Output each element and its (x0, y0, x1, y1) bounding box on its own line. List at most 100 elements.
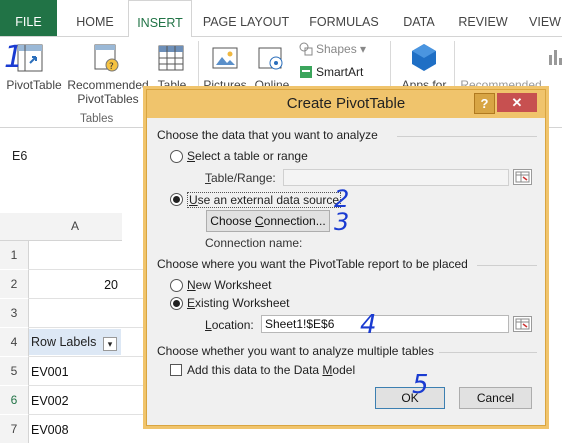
annotation-4: 4 (360, 310, 377, 340)
row-header-7[interactable]: 7 (0, 415, 29, 443)
tab-home[interactable]: HOME (66, 0, 124, 36)
location-text: ocation: (211, 318, 254, 332)
existing-worksheet-radio[interactable] (170, 297, 183, 310)
ok-button[interactable]: OK (375, 387, 445, 409)
select-all-corner[interactable] (0, 213, 28, 241)
cancel-button[interactable]: Cancel (459, 387, 532, 409)
add-model-access-key: M (322, 363, 333, 377)
choose-connection-rest: onnection... (263, 214, 326, 228)
range-selector-icon (515, 171, 530, 183)
table-range-input[interactable] (283, 169, 509, 186)
table-range-collapse-button[interactable] (513, 169, 532, 185)
recommended-pivot-icon[interactable]: ? (92, 43, 120, 73)
existing-text: xisting Worksheet (195, 296, 290, 310)
row-header-1[interactable]: 1 (0, 241, 29, 269)
gridline (28, 385, 148, 386)
row-header-4[interactable]: 4 (0, 328, 29, 356)
location-label: Location: (205, 318, 254, 332)
add-to-data-model-checkbox[interactable] (170, 364, 182, 376)
section-multiple-tables: Choose whether you want to analyze multi… (157, 344, 434, 358)
row-header-3[interactable]: 3 (0, 299, 29, 327)
table-range-label: Table/Range: (205, 171, 276, 185)
pictures-icon[interactable] (212, 45, 238, 71)
external-source-radio[interactable] (170, 193, 183, 206)
select-table-text: elect a table or range (195, 149, 308, 163)
recommended-label-2: PivotTables (77, 92, 139, 106)
section-data-source: Choose the data that you want to analyze (157, 128, 378, 142)
add-to-data-model-label[interactable]: Add this data to the Data Model (187, 363, 355, 377)
online-pictures-icon[interactable] (258, 45, 284, 71)
external-text: se an external data source (197, 193, 340, 207)
annotation-5: 5 (412, 370, 429, 400)
external-source-label[interactable]: Use an external data source (187, 192, 342, 208)
external-access-key: U (189, 193, 198, 207)
gridline (28, 298, 148, 299)
new-worksheet-access-key: N (187, 278, 196, 292)
add-model-rest: odel (332, 363, 356, 377)
close-button[interactable]: ✕ (497, 93, 537, 112)
chart-icon[interactable] (548, 47, 562, 67)
select-table-access-key: S (187, 149, 196, 163)
cell-a2[interactable]: 20 (60, 278, 118, 292)
annotation-3: 3 (334, 208, 350, 236)
row-header-5[interactable]: 5 (0, 357, 29, 385)
select-table-radio[interactable] (170, 150, 183, 163)
location-access-key: L (205, 318, 212, 332)
shapes-label: Shapes (316, 42, 357, 56)
range-selector-icon (515, 318, 530, 330)
section-divider (477, 265, 537, 266)
new-worksheet-radio[interactable] (170, 279, 183, 292)
table-range-text: able/Range: (211, 171, 276, 185)
cell-ev008[interactable]: EV008 (31, 423, 69, 437)
row-header-6[interactable]: 6 (0, 386, 29, 414)
smartart-icon[interactable] (299, 65, 313, 79)
filter-dropdown-icon[interactable]: ▾ (103, 337, 117, 351)
help-button[interactable]: ? (474, 93, 495, 114)
location-input[interactable]: Sheet1!$E$6 (261, 315, 509, 333)
choose-connection-text: Choose (210, 214, 255, 228)
gridline (28, 356, 148, 357)
gridline (28, 269, 148, 270)
tab-insert[interactable]: INSERT (128, 0, 192, 38)
pivot-table-button[interactable]: PivotTable (4, 78, 64, 92)
choose-connection-button[interactable]: Choose Connection... (206, 210, 330, 232)
row-header-2[interactable]: 2 (0, 270, 29, 298)
tab-file[interactable]: FILE (0, 0, 57, 36)
gridline (28, 414, 148, 415)
new-worksheet-text: ew Worksheet (195, 278, 272, 292)
name-box[interactable]: E6 (12, 149, 27, 163)
connection-name-label: Connection name: (205, 236, 303, 250)
gridline (28, 327, 148, 328)
select-table-label[interactable]: Select a table or range (187, 149, 308, 163)
recommended-label-1: Recommended (67, 78, 149, 92)
cell-ev002[interactable]: EV002 (31, 394, 69, 408)
row-labels-header-cell[interactable]: Row Labels ▾ (29, 329, 121, 355)
tab-view[interactable]: VIEW (522, 0, 562, 36)
tab-review[interactable]: REVIEW (452, 0, 514, 36)
tab-formulas[interactable]: FORMULAS (304, 0, 384, 36)
add-model-text: Add this data to the Data (187, 363, 323, 377)
new-worksheet-label[interactable]: New Worksheet (187, 278, 271, 292)
table-icon[interactable] (158, 45, 184, 71)
section-divider (397, 136, 537, 137)
tab-data[interactable]: DATA (392, 0, 446, 36)
svg-text:?: ? (109, 62, 114, 72)
shapes-icon[interactable] (299, 42, 313, 56)
location-collapse-button[interactable] (513, 316, 532, 332)
cell-ev001[interactable]: EV001 (31, 365, 69, 379)
ribbon-tab-bar: FILE HOME INSERT PAGE LAYOUT FORMULAS DA… (0, 0, 562, 38)
recommended-pivottables-button[interactable]: Recommended PivotTables (66, 78, 150, 106)
create-pivottable-dialog: Create PivotTable ? ✕ Choose the data th… (146, 89, 546, 426)
shapes-button[interactable]: Shapes ▾ (316, 42, 366, 56)
tables-group-label: Tables (80, 113, 114, 125)
existing-worksheet-label[interactable]: Existing Worksheet (187, 296, 290, 310)
column-header-a[interactable]: A (28, 213, 122, 241)
smartart-button[interactable]: SmartArt (316, 65, 363, 79)
row-labels-header: Row Labels (31, 335, 97, 349)
section-placement: Choose where you want the PivotTable rep… (157, 257, 468, 271)
apps-store-icon[interactable] (410, 43, 438, 71)
existing-access-key: E (187, 296, 196, 310)
section-divider (439, 352, 537, 353)
dialog-titlebar[interactable]: Create PivotTable ? ✕ (147, 90, 545, 118)
tab-page-layout[interactable]: PAGE LAYOUT (196, 0, 296, 36)
